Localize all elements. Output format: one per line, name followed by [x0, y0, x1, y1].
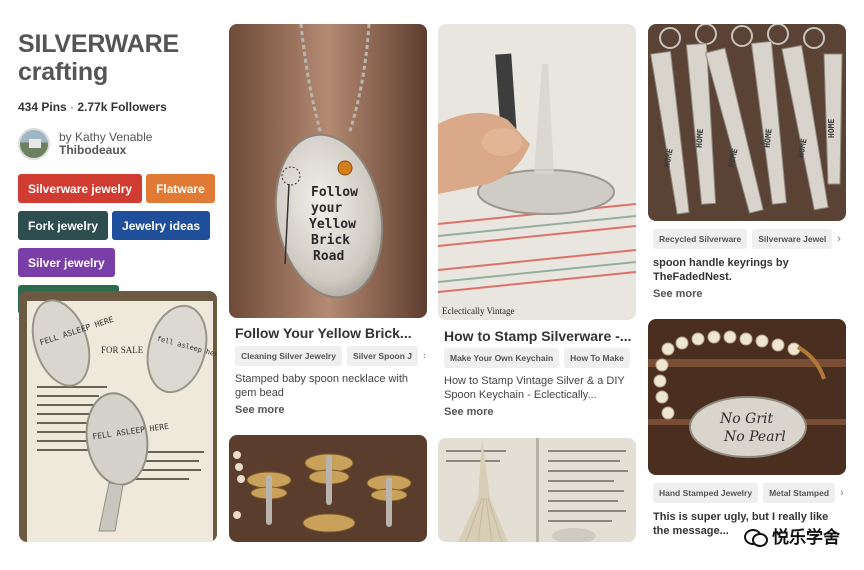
- pin-tags-stamp-silverware: Make Your Own Keychain How To Make ›: [444, 348, 634, 368]
- pin-description-spoon-necklace: Stamped baby spoon necklace with gem bea…: [235, 373, 409, 399]
- tag-how-to-make[interactable]: How To Make: [564, 348, 630, 368]
- no-grit-photo: No Grit No Pearl: [648, 319, 846, 475]
- owner-name[interactable]: by Kathy Venable Thibodeaux: [59, 131, 152, 157]
- watermark-text: 悦乐学舍: [772, 528, 840, 547]
- necklace-word-1: Follow: [311, 185, 358, 200]
- tag-cleaning-silver-jewelry[interactable]: Cleaning Silver Jewelry: [235, 346, 342, 366]
- board-title: SILVERWARE crafting: [18, 30, 218, 86]
- avatar[interactable]: [18, 128, 50, 160]
- see-more-stamp-silverware[interactable]: See more: [444, 406, 494, 418]
- pin-description-stamp-silverware: How to Stamp Vintage Silver & a DIY Spoo…: [444, 375, 625, 401]
- pin-tags-no-grit: Hand Stamped Jewelry Metal Stamped ›: [653, 483, 843, 503]
- board-header: SILVERWARE crafting 434 Pins · 2.77k Fol…: [18, 30, 218, 314]
- dragonflies-photo: [229, 435, 427, 542]
- tag-recycled-silverware[interactable]: Recycled Silverware: [653, 229, 748, 249]
- board-stats: 434 Pins · 2.77k Followers: [18, 100, 218, 114]
- watermark: 悦乐学舍: [744, 523, 840, 548]
- pin-tags-spoon-necklace: Cleaning Silver Jewelry Silver Spoon J ›: [235, 346, 425, 366]
- pin-title-spoon-necklace[interactable]: Follow Your Yellow Brick...: [235, 325, 425, 341]
- tag-make-your-own-keychain[interactable]: Make Your Own Keychain: [444, 348, 560, 368]
- board-title-line-1: SILVERWARE: [18, 30, 179, 58]
- see-more-spoon-necklace[interactable]: See more: [235, 404, 285, 416]
- stamp-image-caption: Eclectically Vintage: [442, 306, 515, 316]
- keyrings-photo: HOME HOME HOME HOME HOME HOME: [648, 24, 846, 221]
- necklace-word-5: Road: [313, 249, 344, 264]
- stats-separator: ·: [66, 100, 78, 114]
- keyring-word-2: HOME: [695, 128, 705, 148]
- book-label: FOR SALE: [101, 345, 144, 355]
- pin-tags-keyrings: Recycled Silverware Silverware Jewel ›: [653, 229, 843, 249]
- chip-fork-jewelry[interactable]: Fork jewelry: [18, 211, 109, 240]
- chip-jewelry-ideas[interactable]: Jewelry ideas: [112, 211, 211, 240]
- chip-flatware[interactable]: Flatware: [146, 174, 215, 203]
- pin-image-fell-asleep[interactable]: FOR SALE FELL ASLEEP HERE fell asleep he…: [19, 291, 217, 542]
- stamp-silverware-photo: Eclectically Vintage: [438, 24, 636, 320]
- necklace-word-3: Yellow: [309, 217, 356, 232]
- pin-image-stamp-silverware[interactable]: Eclectically Vintage: [438, 24, 636, 320]
- chevron-right-icon[interactable]: ›: [423, 346, 425, 366]
- pin-image-spoon-dragonflies[interactable]: [229, 435, 427, 542]
- owner-by: by Kathy Venable: [59, 130, 153, 144]
- tag-hand-stamped-jewelry[interactable]: Hand Stamped Jewelry: [653, 483, 759, 503]
- no-grit-line-1: No Grit: [719, 411, 773, 427]
- owner-last-name: Thibodeaux: [59, 143, 127, 157]
- no-grit-line-2: No Pearl: [723, 429, 786, 445]
- chevron-right-icon[interactable]: ›: [840, 483, 843, 503]
- board-title-line-2: crafting: [18, 58, 109, 86]
- spoon-necklace-photo: Follow your Yellow Brick Road: [229, 24, 427, 318]
- chip-silver-jewelry[interactable]: Silver jewelry: [18, 248, 115, 277]
- pin-image-spoon-necklace[interactable]: Follow your Yellow Brick Road: [229, 24, 427, 318]
- necklace-word-2: your: [311, 201, 342, 216]
- followers-count[interactable]: 2.77k Followers: [77, 100, 166, 114]
- bookmark-photo: [438, 438, 636, 542]
- pin-image-no-grit[interactable]: No Grit No Pearl: [648, 319, 846, 475]
- pins-count[interactable]: 434 Pins: [18, 100, 67, 114]
- keyring-word-6: HOME: [827, 119, 836, 138]
- chevron-right-icon[interactable]: ›: [837, 229, 841, 249]
- tag-silverware-jewelry[interactable]: Silverware Jewel: [752, 229, 833, 249]
- necklace-word-4: Brick: [311, 233, 350, 248]
- pin-description-keyrings: spoon handle keyrings by TheFadedNest.: [653, 257, 789, 283]
- fell-asleep-photo: FOR SALE FELL ASLEEP HERE fell asleep he…: [19, 291, 217, 542]
- wechat-icon: [744, 527, 768, 547]
- pin-image-keyrings[interactable]: HOME HOME HOME HOME HOME HOME: [648, 24, 846, 221]
- board-owner[interactable]: by Kathy Venable Thibodeaux: [18, 128, 218, 160]
- chip-silverware-jewelry[interactable]: Silverware jewelry: [18, 174, 143, 203]
- see-more-keyrings[interactable]: See more: [653, 288, 703, 300]
- pin-image-spoon-bookmark[interactable]: [438, 438, 636, 542]
- tag-silver-spoon[interactable]: Silver Spoon J: [346, 346, 419, 366]
- tag-metal-stamped[interactable]: Metal Stamped: [763, 483, 836, 503]
- pin-title-stamp-silverware[interactable]: How to Stamp Silverware -...: [444, 328, 634, 344]
